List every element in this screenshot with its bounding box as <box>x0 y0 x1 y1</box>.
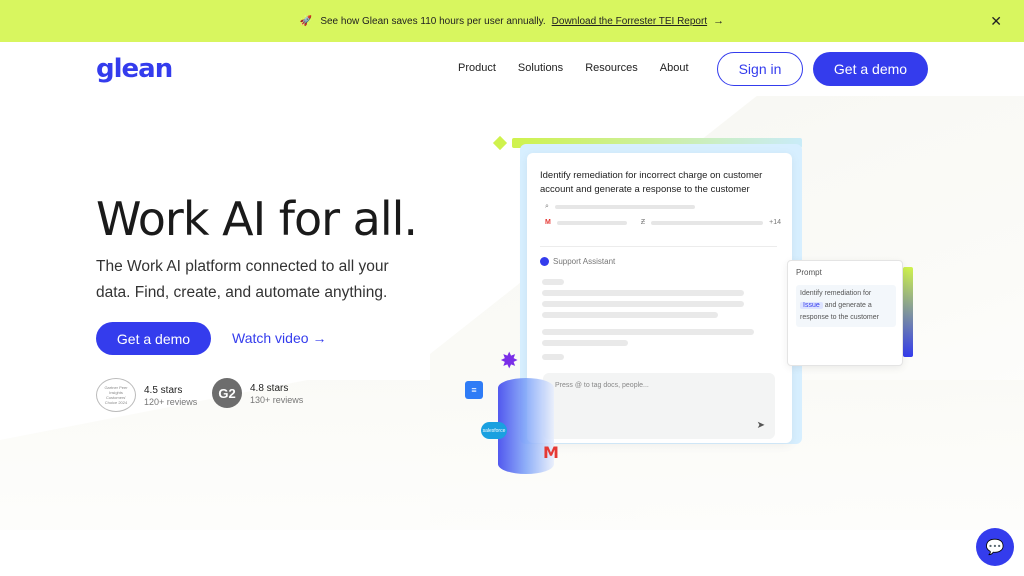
decorative-diamond <box>492 135 508 151</box>
rating-reviews: 130+ reviews <box>250 394 304 405</box>
g2-rating-badge: G2 4.8 stars 130+ reviews <box>212 378 303 408</box>
gmail-icon: M <box>543 443 559 462</box>
arrow-right-icon: → <box>713 15 725 27</box>
chat-input[interactable]: Press @ to tag docs, people... ➤ <box>543 373 775 439</box>
placeholder-bar <box>651 220 764 225</box>
get-demo-button-hero[interactable]: Get a demo <box>96 322 211 355</box>
nav-links: Product Solutions Resources About <box>458 62 689 74</box>
watch-video-link[interactable]: Watch video → <box>232 330 327 346</box>
placeholder-line <box>542 301 744 307</box>
glean-logo[interactable]: glean <box>96 54 173 84</box>
rating-stars: 4.8 stars <box>250 382 289 394</box>
hero-title: Work AI for all. <box>96 192 418 246</box>
chat-icon: 💬 <box>985 539 1005 556</box>
prompt-title: Prompt <box>796 268 822 277</box>
nav-item-solutions[interactable]: Solutions <box>518 62 563 74</box>
prompt-accent-bar <box>903 267 913 357</box>
arrow-right-icon: → <box>312 330 327 346</box>
prompt-body: Identify remediation for Issue and gener… <box>796 285 896 327</box>
source-count: +14 <box>769 219 781 226</box>
salesforce-icon: salesforce <box>481 422 507 439</box>
spark-icon: ✸ <box>500 348 519 373</box>
forrester-report-link[interactable]: Download the Forrester TEI Report <box>552 16 707 27</box>
close-icon[interactable]: ✕ <box>990 13 1002 30</box>
rating-stars: 4.5 stars <box>144 384 183 396</box>
gartner-rating-badge: Gartner Peer Insights Customers' Choice … <box>96 378 197 412</box>
announcement-bar: 🚀 See how Glean saves 110 hours per user… <box>0 0 1024 42</box>
placeholder-line <box>542 329 754 335</box>
placeholder-line <box>542 279 564 285</box>
prompt-text-before: Identify remediation for <box>800 290 872 297</box>
assistant-card: Identify remediation for incorrect charg… <box>527 153 792 443</box>
rating-reviews: 120+ reviews <box>144 396 198 407</box>
chat-input-placeholder: Press @ to tag docs, people... <box>555 382 649 389</box>
announcement-message: See how Glean saves 110 hours per user a… <box>320 15 546 27</box>
assistant-icon <box>540 257 549 266</box>
placeholder-line <box>542 354 564 360</box>
divider <box>540 246 777 247</box>
get-demo-button-nav[interactable]: Get a demo <box>813 52 928 86</box>
google-docs-icon: ≡ <box>465 381 483 399</box>
prompt-panel: Prompt Identify remediation for Issue an… <box>787 260 903 366</box>
watch-video-label: Watch video <box>232 330 309 346</box>
gmail-icon: M <box>545 219 551 226</box>
send-icon[interactable]: ➤ <box>757 420 765 431</box>
search-icon: ⌕ <box>545 203 549 210</box>
assistant-name: Support Assistant <box>553 257 616 266</box>
nav-item-about[interactable]: About <box>660 62 689 74</box>
top-nav: glean Product Solutions Resources About … <box>0 42 1024 96</box>
g2-logo-icon: G2 <box>212 378 242 408</box>
placeholder-line <box>542 340 628 346</box>
placeholder-line <box>542 312 718 318</box>
query-text: Identify remediation for incorrect charg… <box>540 170 763 195</box>
sources-row: M Ƶ +14 <box>545 219 781 226</box>
support-assistant-label: Support Assistant <box>540 257 615 266</box>
placeholder-bar <box>556 220 627 225</box>
chat-support-button[interactable]: 💬 <box>976 528 1014 566</box>
gartner-laurel-icon: Gartner Peer Insights Customers' Choice … <box>96 378 136 412</box>
hero-subtitle: The Work AI platform connected to all yo… <box>96 258 389 301</box>
nav-item-resources[interactable]: Resources <box>585 62 638 74</box>
search-source-row: ⌕ <box>545 203 695 211</box>
nav-item-product[interactable]: Product <box>458 62 496 74</box>
placeholder-bar <box>554 205 695 209</box>
placeholder-line <box>542 290 744 296</box>
sign-in-button[interactable]: Sign in <box>717 52 803 86</box>
issue-chip: Issue <box>800 302 823 309</box>
rocket-icon: 🚀 <box>299 15 313 27</box>
zendesk-icon: Ƶ <box>640 219 646 226</box>
